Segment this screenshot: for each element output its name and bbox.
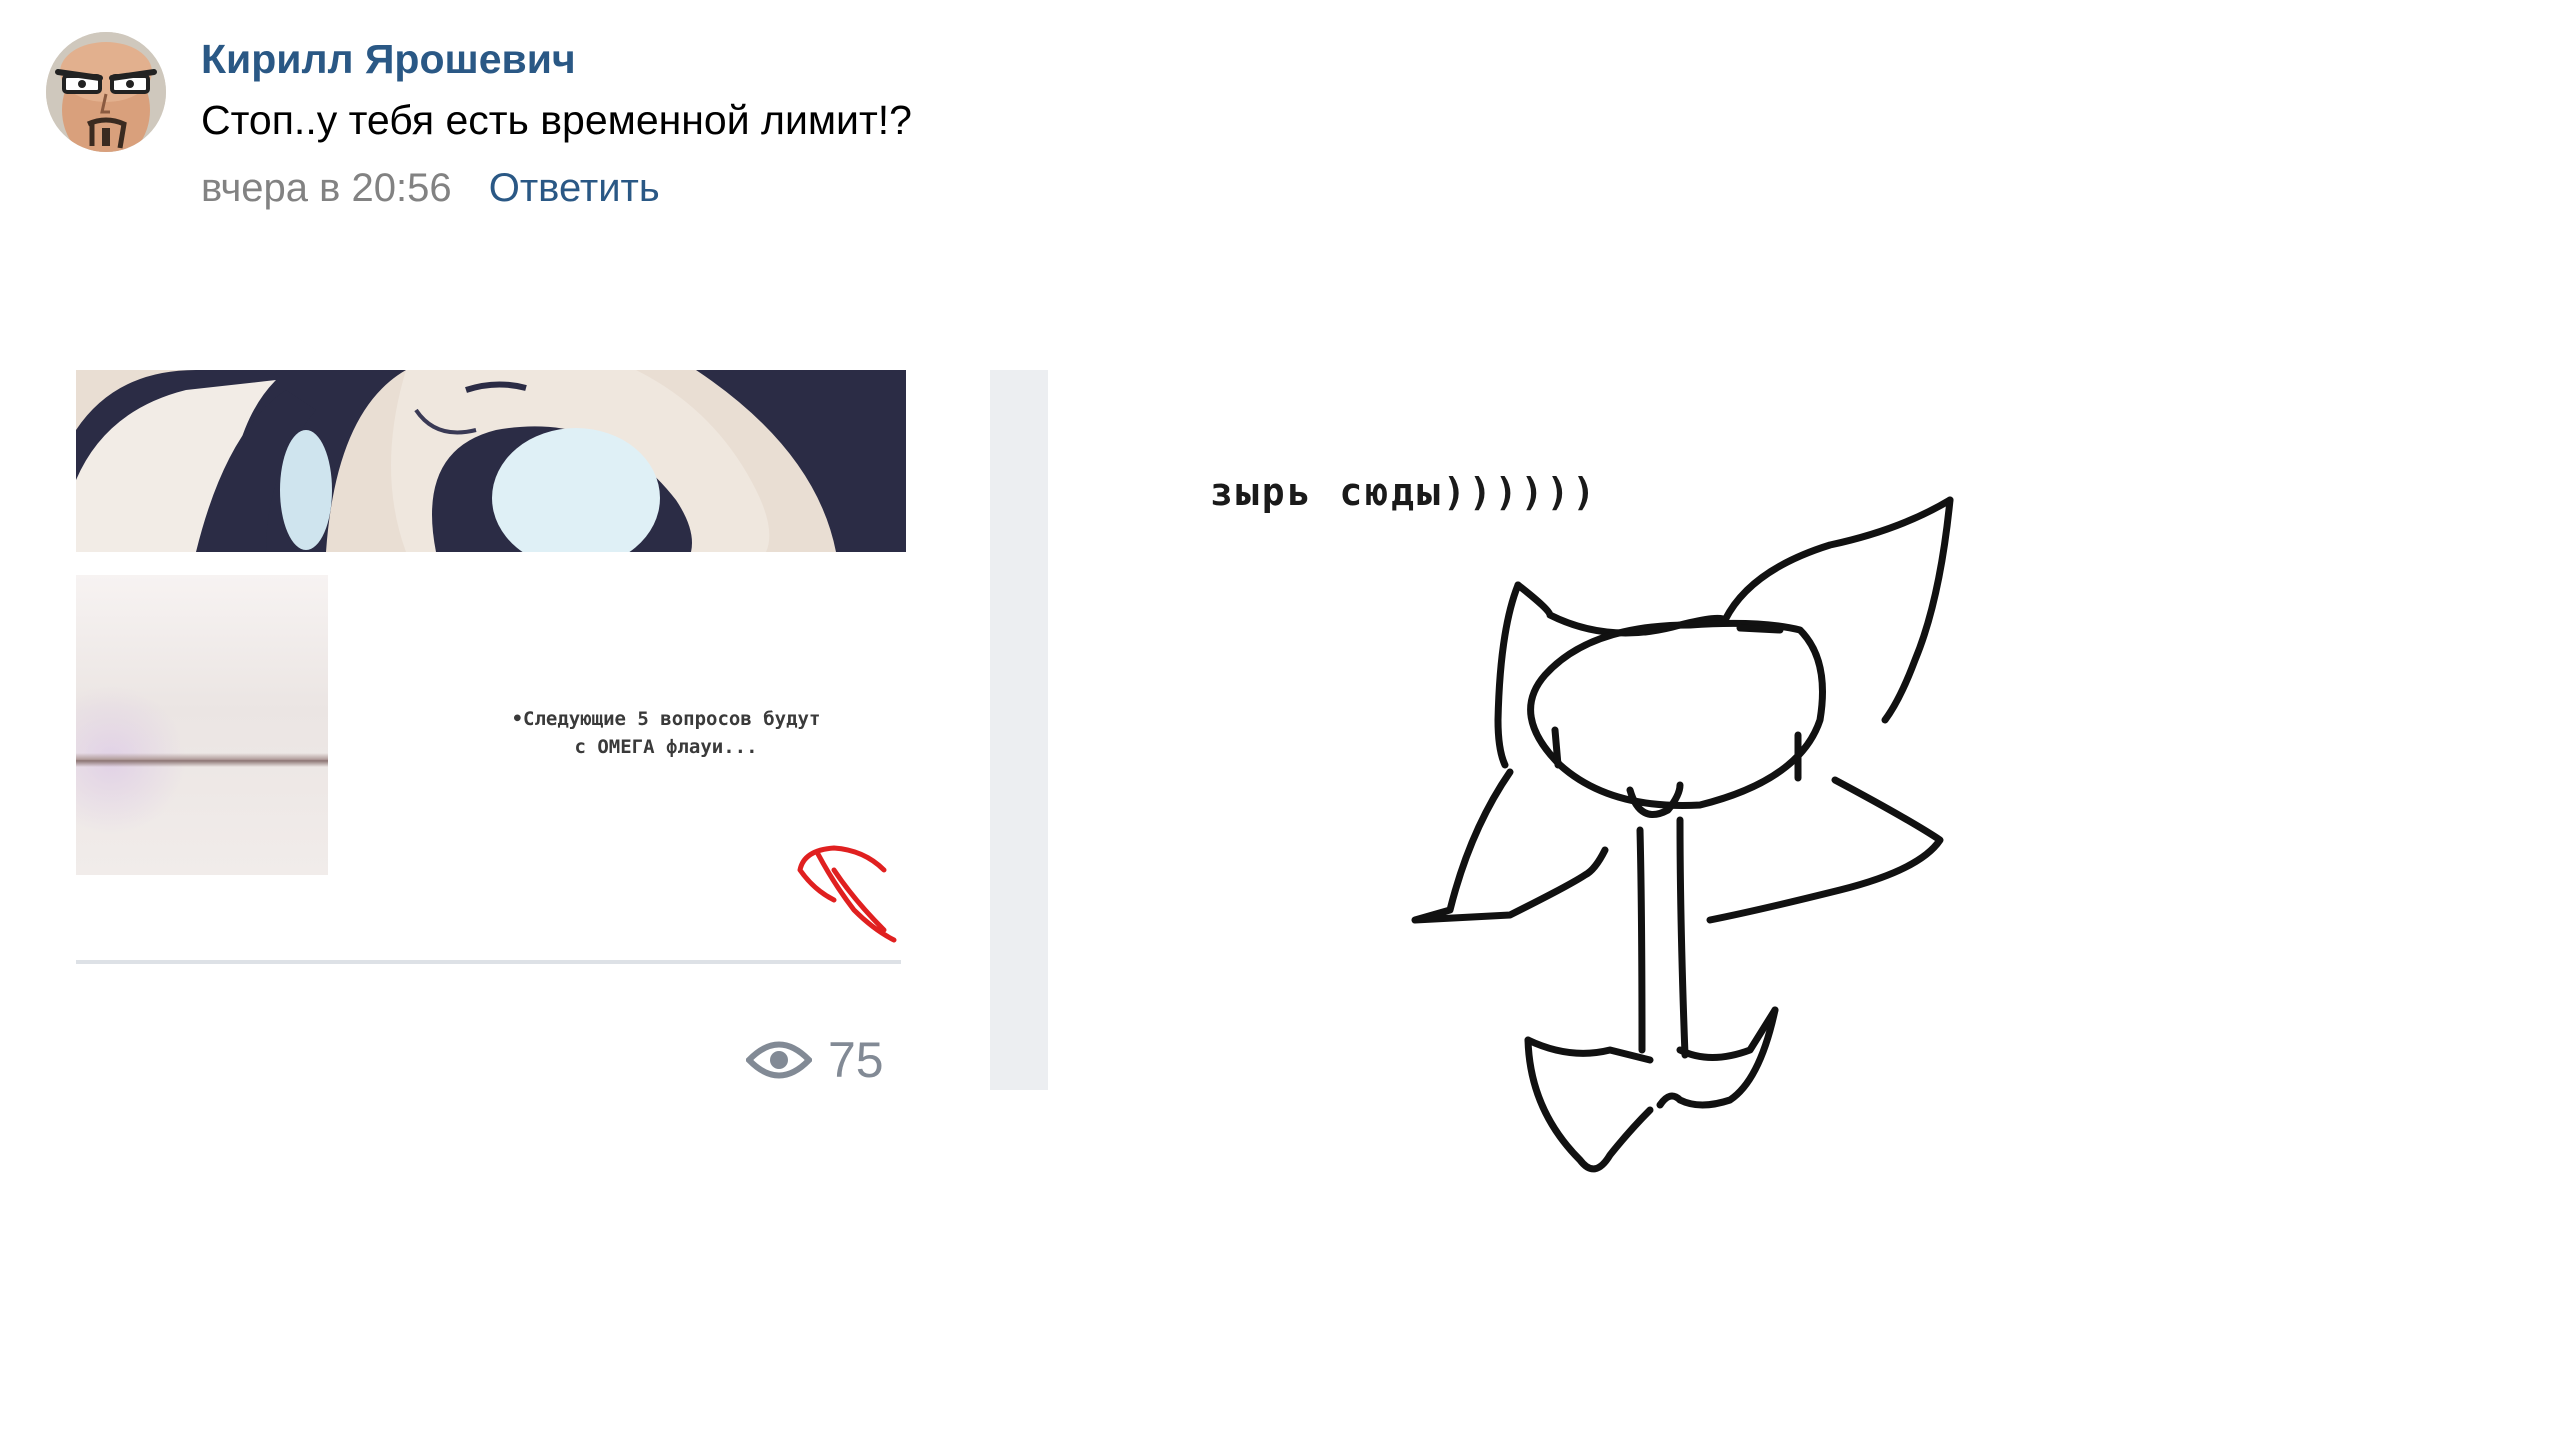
author-link[interactable]: Кирилл Ярошевич	[201, 36, 576, 83]
avatar[interactable]	[46, 32, 166, 152]
anime-eyes-image	[76, 370, 906, 552]
comment: Кирилл Ярошевич Стоп..у тебя есть времен…	[46, 32, 1246, 232]
flower-doodle-icon	[1411, 496, 1954, 1173]
canvas: Кирилл Ярошевич Стоп..у тебя есть времен…	[0, 0, 2560, 1440]
reply-button[interactable]: Ответить	[489, 166, 660, 210]
screenshot-divider	[76, 960, 901, 964]
screenshot-caption: •Следующие 5 вопросов будут с ОМЕГА флау…	[511, 708, 821, 758]
embedded-screenshot: •Следующие 5 вопросов будут с ОМЕГА флау…	[76, 370, 906, 1090]
views-counter: 75	[746, 1030, 884, 1090]
avatar-bald-mustache-man-icon	[46, 32, 166, 152]
thumbnail-line	[76, 753, 328, 767]
views-count: 75	[828, 1032, 884, 1088]
red-arrow-icon	[797, 845, 897, 943]
video-thumbnail[interactable]	[76, 575, 328, 875]
comment-meta: вчера в 20:56 Ответить	[201, 166, 660, 211]
screenshot-scrollbar	[990, 370, 1048, 1090]
eye-icon	[746, 1041, 812, 1079]
comment-time[interactable]: вчера в 20:56	[201, 166, 452, 210]
comment-text: Стоп..у тебя есть временной лимит!?	[201, 97, 912, 143]
